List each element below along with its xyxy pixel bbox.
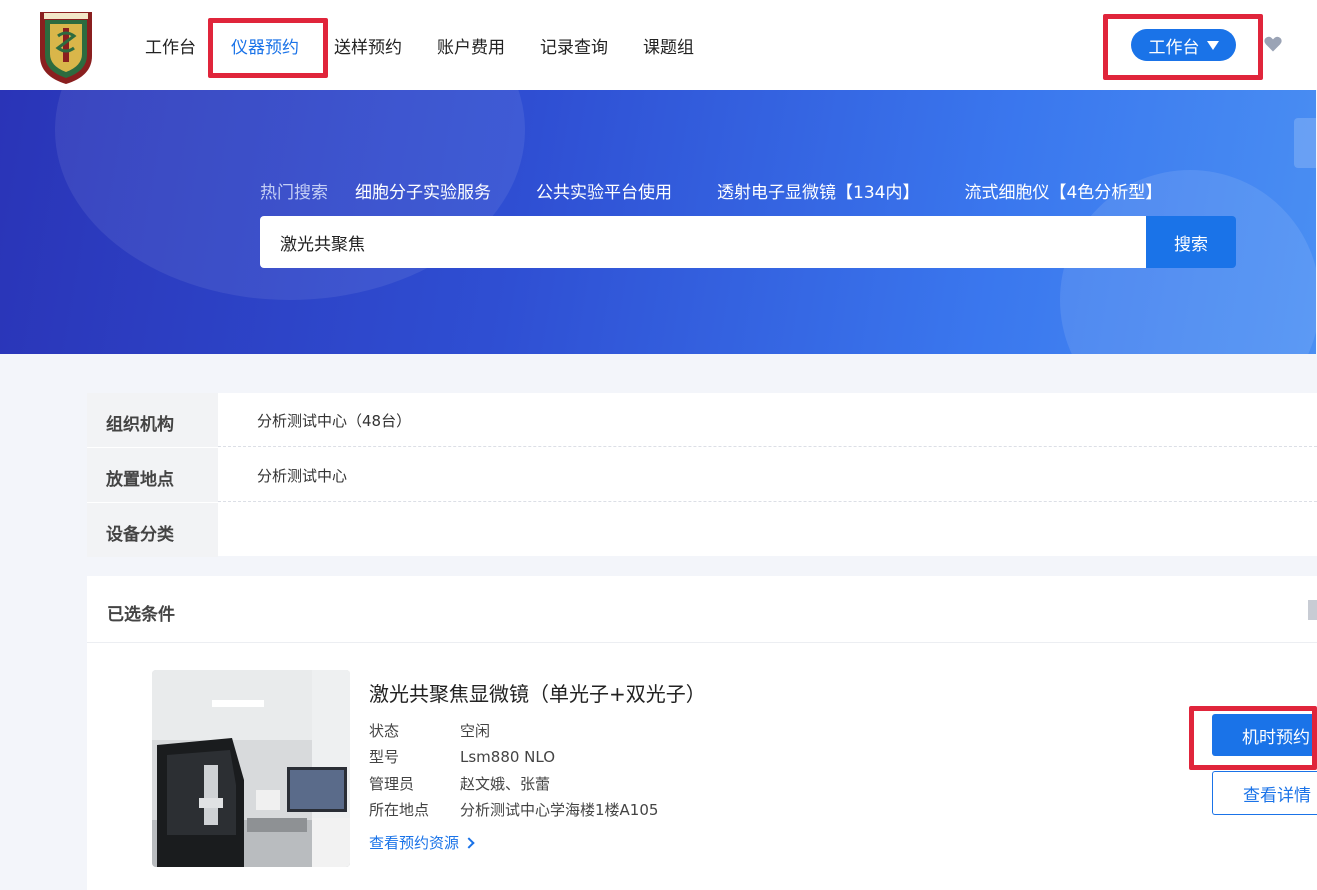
instrument-location: 所在地点 分析测试中心学海楼1楼A105 [369, 799, 658, 820]
filter-label: 组织机构 [87, 393, 218, 447]
divider [218, 501, 1317, 502]
selected-conditions-title: 已选条件 [107, 605, 175, 625]
instrument-status: 状态 空闲 [369, 720, 490, 741]
instrument-photo[interactable] [152, 670, 350, 867]
nav-workspace[interactable]: 工作台 [145, 33, 196, 58]
search-input-value: 激光共聚焦 [280, 234, 365, 255]
nav-account-fees[interactable]: 账户费用 [437, 33, 505, 58]
nav-record-query[interactable]: 记录查询 [540, 33, 608, 58]
view-toggle-icon[interactable] [1308, 600, 1317, 620]
filter-label: 设备分类 [87, 503, 218, 557]
view-details-button[interactable]: 查看详情 [1212, 771, 1317, 815]
filter-row-location: 放置地点 分析测试中心 [87, 448, 1317, 502]
hot-search-tag[interactable]: 公共实验平台使用 [536, 178, 672, 203]
divider [218, 446, 1317, 447]
highlight-box-workspace [1103, 14, 1263, 80]
filter-label: 放置地点 [87, 448, 218, 502]
chevron-right-icon [463, 836, 475, 849]
filter-panel: 组织机构 分析测试中心（48台） 放置地点 分析测试中心 设备分类 [87, 393, 1317, 557]
instrument-title[interactable]: 激光共聚焦显微镜（单光子+双光子） [369, 678, 706, 707]
instrument-admins: 管理员 赵文娥、张蕾 [369, 773, 550, 794]
divider [87, 642, 1317, 643]
top-header: 工作台 仪器预约 送样预约 账户费用 记录查询 课题组 工作台 [0, 0, 1317, 90]
field-key: 所在地点 [369, 801, 430, 819]
hot-search-row: 热门搜索 细胞分子实验服务 公共实验平台使用 透射电子显微镜【134内】 流式细… [260, 178, 1207, 203]
instrument-model: 型号 Lsm880 NLO [369, 746, 555, 767]
hot-search-tag[interactable]: 流式细胞仪【4色分析型】 [964, 178, 1162, 203]
filter-option[interactable]: 分析测试中心（48台） [257, 393, 411, 447]
field-key: 型号 [369, 748, 400, 766]
hot-search-label: 热门搜索 [260, 183, 328, 203]
highlight-box-nav [208, 18, 328, 78]
field-value: 分析测试中心学海楼1楼A105 [460, 801, 659, 819]
field-value: 空闲 [460, 722, 491, 740]
nav-research-group[interactable]: 课题组 [643, 33, 694, 58]
hot-search-tag[interactable]: 细胞分子实验服务 [355, 178, 491, 203]
field-key: 管理员 [369, 775, 415, 793]
banner-side-icon [1294, 118, 1316, 168]
field-value: Lsm880 NLO [460, 748, 556, 766]
highlight-box-book [1189, 706, 1317, 770]
filter-option[interactable]: 分析测试中心 [257, 448, 347, 502]
search-button[interactable]: 搜索 [1146, 216, 1236, 268]
filter-row-organization: 组织机构 分析测试中心（48台） [87, 393, 1317, 447]
filter-row-category: 设备分类 [87, 503, 1317, 557]
heart-icon[interactable] [1263, 34, 1283, 54]
field-key: 状态 [369, 722, 400, 740]
link-label: 查看预约资源 [369, 834, 460, 852]
university-logo[interactable] [36, 8, 96, 86]
hot-search-tag[interactable]: 透射电子显微镜【134内】 [717, 178, 919, 203]
search-banner: 热门搜索 细胞分子实验服务 公共实验平台使用 透射电子显微镜【134内】 流式细… [0, 90, 1316, 354]
field-value: 赵文娥、张蕾 [460, 775, 551, 793]
view-booking-resources-link[interactable]: 查看预约资源 [369, 832, 475, 853]
results-panel: 已选条件 激光共聚焦显微镜（单光子+双光子） 状态 空闲 型号 Lsm880 NLO… [87, 576, 1317, 890]
search-input[interactable]: 激光共聚焦 [260, 216, 1146, 268]
nav-sample-booking[interactable]: 送样预约 [334, 33, 402, 58]
